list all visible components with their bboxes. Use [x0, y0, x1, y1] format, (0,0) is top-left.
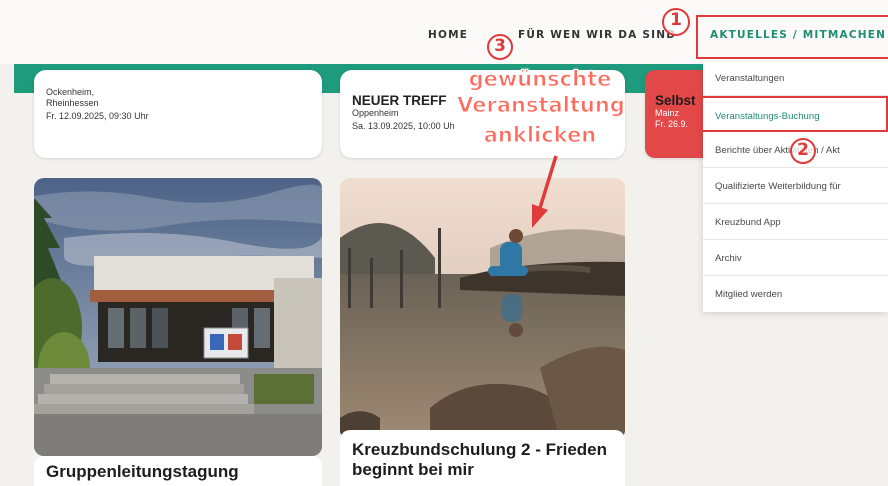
- step-marker-3: 3: [487, 34, 513, 60]
- step-marker-2: 2: [790, 138, 816, 164]
- page: HOME FÜR WEN WIR DA SIND AKTUELLES / MIT…: [0, 0, 888, 486]
- step-marker-1: 1: [662, 8, 690, 36]
- annotation-arrow: [532, 155, 558, 228]
